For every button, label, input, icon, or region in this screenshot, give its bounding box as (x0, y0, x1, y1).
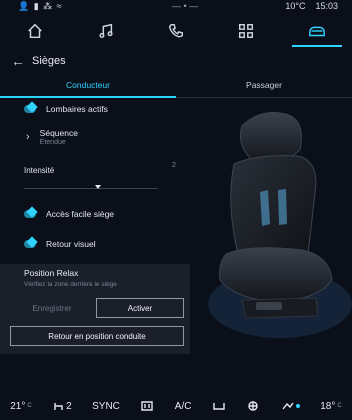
intensity-control: Intensité 2 (24, 160, 184, 192)
airflow-button[interactable] (281, 400, 300, 412)
apps-icon (239, 23, 254, 39)
left-temperature-value: 21° (10, 400, 26, 412)
main-navigation (0, 14, 352, 48)
seat-heating-icon (54, 403, 63, 410)
car-seat-icon (308, 26, 325, 37)
sequence-label: Séquence (39, 128, 78, 138)
intensity-label: Intensité (24, 166, 55, 175)
back-arrow-icon: ← (11, 53, 25, 69)
tab-apps[interactable] (211, 14, 281, 48)
easy-access-label: Accès facile siège (46, 209, 115, 219)
status-icons: 👤 ▮ ⁂ ≈ (18, 1, 63, 11)
sync-label: SYNC (92, 400, 120, 412)
sequence-value: Étendue (39, 139, 66, 146)
slider-thumb[interactable] (94, 185, 101, 189)
visual-feedback-label: Retour visuel (46, 239, 96, 249)
intensity-slider[interactable] (24, 185, 158, 192)
tab-phone[interactable] (141, 14, 211, 48)
rear-defrost-icon (141, 401, 154, 411)
status-center-indicator: — • — (172, 1, 199, 11)
lumbar-toggle-row[interactable]: Lombaires actifs (0, 103, 190, 115)
tab-music[interactable] (70, 14, 140, 48)
tab-home[interactable] (0, 14, 70, 48)
ac-label: A/C (174, 400, 192, 412)
seat-heating-level: 2 (66, 400, 72, 412)
visual-feedback-toggle-icon[interactable] (24, 238, 36, 250)
airflow-active-dot (295, 404, 300, 408)
chevron-right-icon: › (26, 131, 30, 143)
sync-button[interactable]: SYNC (92, 401, 120, 412)
right-temperature[interactable]: 18° C (320, 401, 341, 412)
outside-temperature: 10°C (285, 1, 306, 11)
fan-button[interactable] (246, 400, 260, 412)
activate-button[interactable]: Activer (96, 298, 184, 318)
intensity-value: 2 (171, 160, 176, 169)
tab-vehicle[interactable] (282, 14, 352, 48)
airflow-icon (282, 402, 294, 410)
clock: 15:03 (315, 1, 338, 11)
save-button[interactable]: Enregistrer (10, 298, 94, 318)
tab-passenger[interactable]: Passager (176, 74, 352, 98)
climate-bar: 21° C 2 SYNC A/C 18° C (0, 392, 352, 420)
status-bar: 👤 ▮ ⁂ ≈ — • — 10°C 15:03 (0, 0, 352, 14)
return-driving-position-button[interactable]: Retour en position conduite (10, 326, 184, 346)
back-button[interactable]: ← (6, 49, 30, 73)
seat-illustration (208, 112, 352, 338)
easy-access-toggle-icon[interactable] (24, 208, 36, 220)
recirculation-icon (213, 403, 225, 410)
seat-heating-button[interactable]: 2 (52, 400, 72, 412)
phone-icon (168, 23, 184, 38)
lumbar-toggle-icon[interactable] (24, 103, 36, 115)
relax-position-panel: Position Relax Vérifiez la zone derrière… (0, 264, 190, 354)
fan-icon (248, 401, 259, 411)
visual-feedback-toggle-row[interactable]: Retour visuel (0, 238, 190, 250)
ac-button[interactable]: A/C (175, 401, 192, 412)
home-icon (28, 23, 43, 39)
right-temperature-value: 18° (320, 400, 336, 412)
easy-access-toggle-row[interactable]: Accès facile siège (0, 208, 190, 220)
relax-title: Position Relax (24, 268, 79, 278)
recirculation-button[interactable] (212, 400, 226, 412)
defrost-button[interactable] (140, 400, 154, 412)
left-temperature[interactable]: 21° C (10, 401, 31, 412)
status-right: 10°C 15:03 (285, 1, 338, 11)
slider-track (24, 188, 158, 189)
lumbar-label: Lombaires actifs (46, 104, 108, 114)
seat-subtabs: Conducteur Passager (0, 74, 352, 98)
sequence-row[interactable]: › Séquence Étendue (0, 128, 190, 146)
relax-hint: Vérifiez la zone derrière le siège (24, 281, 117, 288)
music-icon (99, 23, 113, 39)
tab-driver[interactable]: Conducteur (0, 74, 176, 98)
page-header: ← Sièges (0, 48, 352, 74)
page-title: Sièges (32, 55, 66, 67)
